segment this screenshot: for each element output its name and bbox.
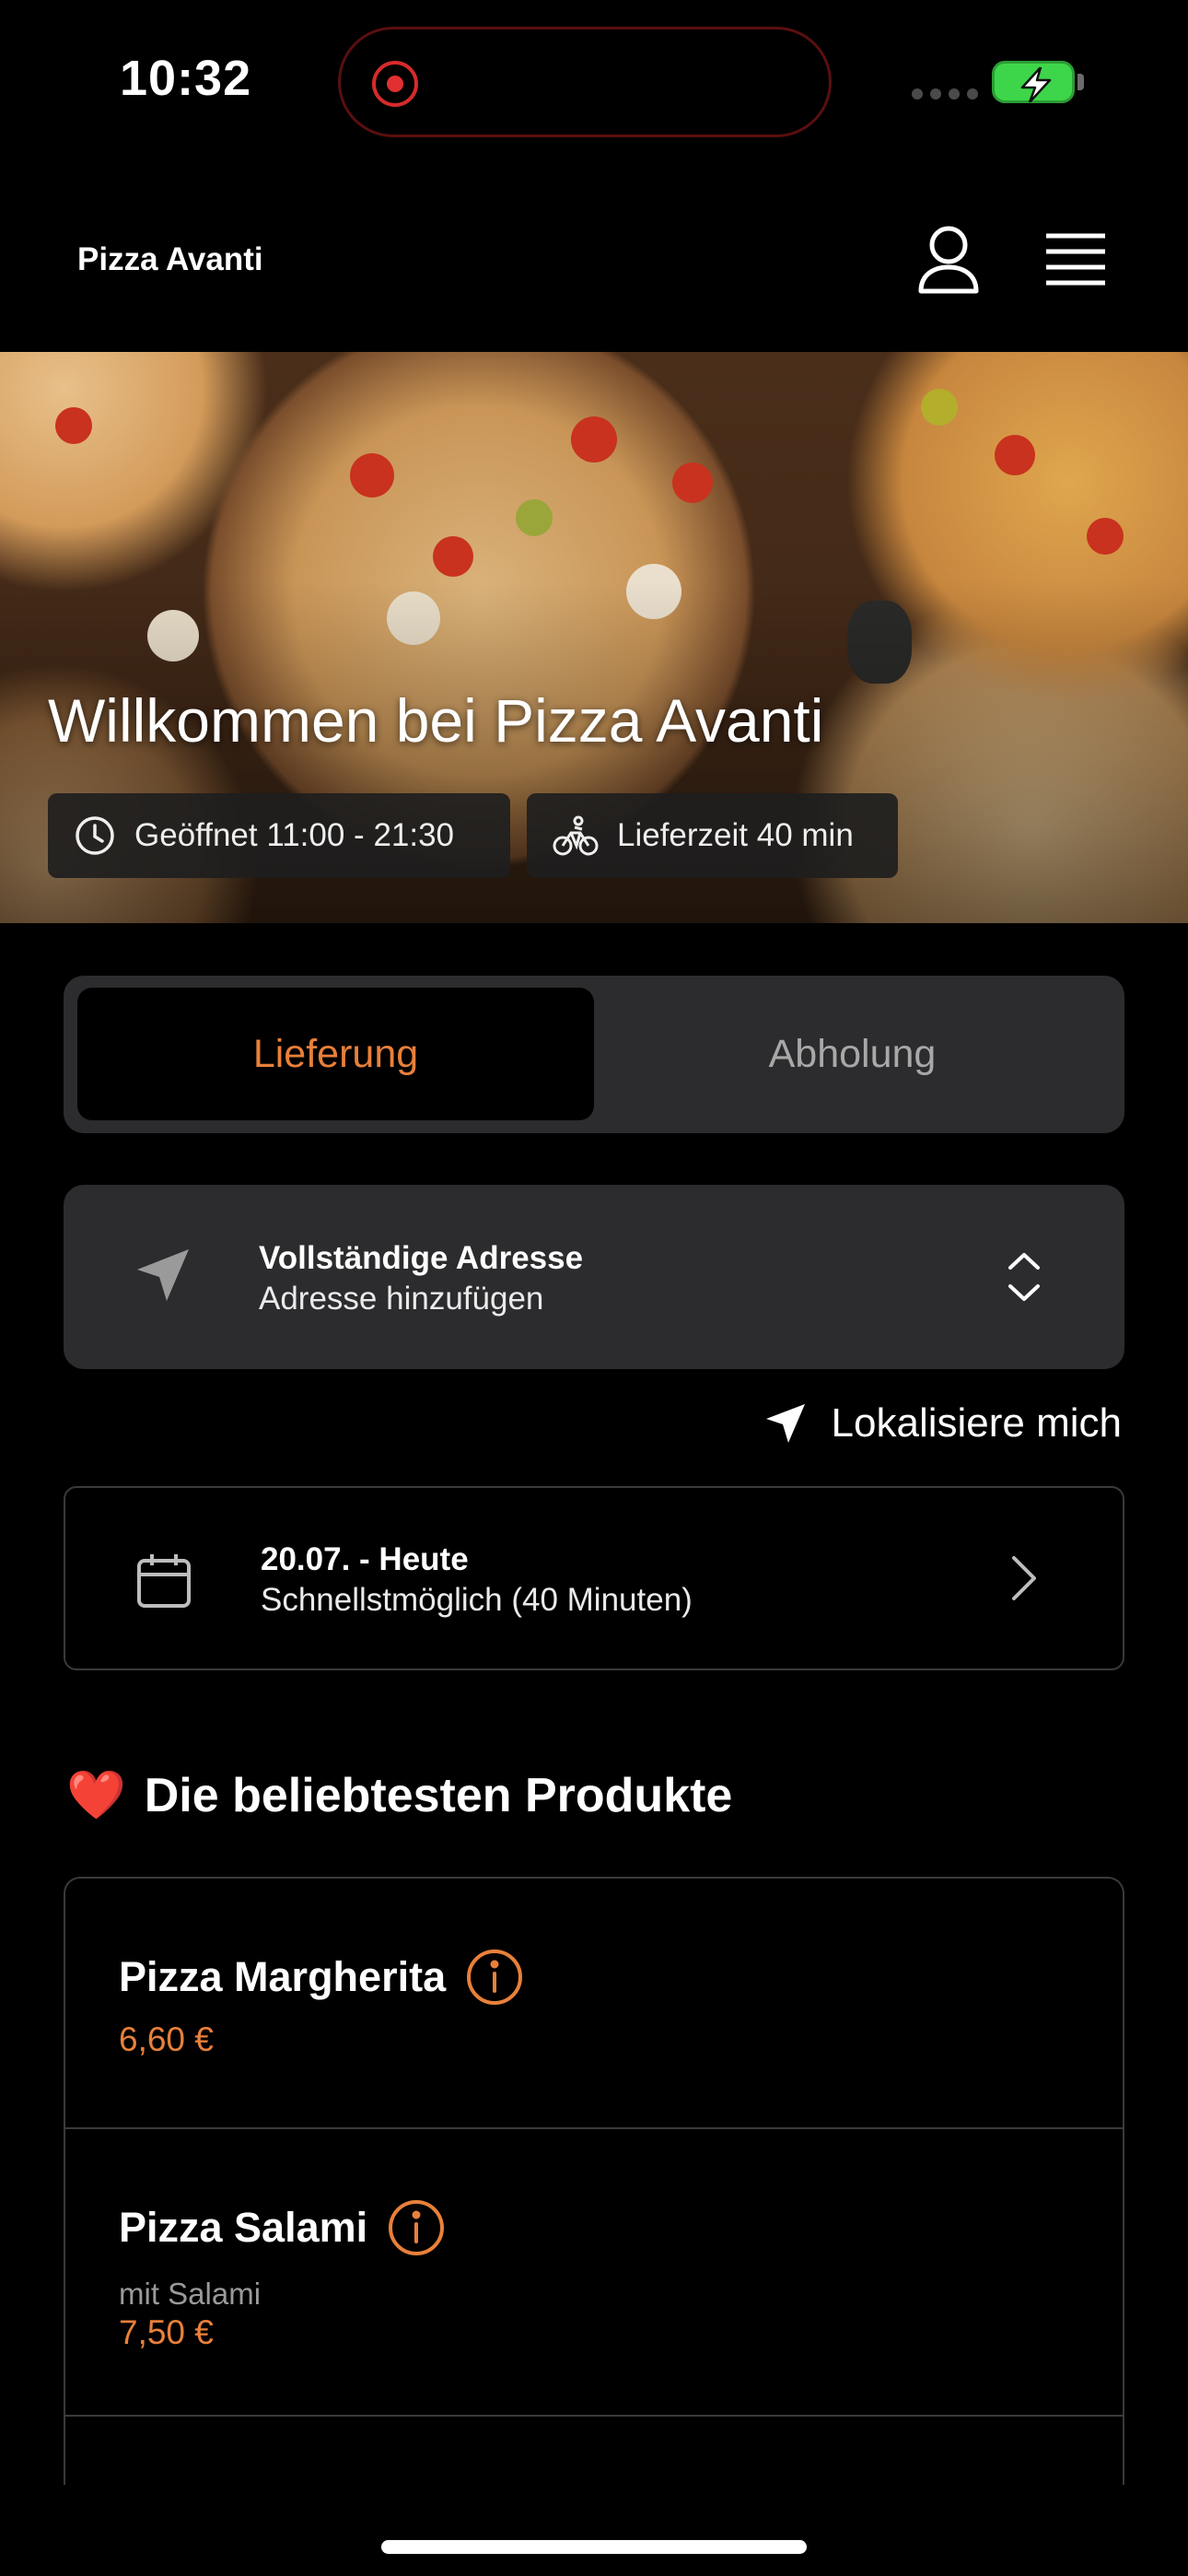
product-item[interactable]: Pizza Margherita 6,60 €: [65, 1879, 1123, 2129]
brand-name[interactable]: Pizza Avanti: [77, 241, 263, 278]
product-item[interactable]: [65, 2417, 1123, 2485]
location-arrow-icon: [134, 1246, 192, 1309]
delivery-time-text: Lieferzeit 40 min: [617, 817, 854, 853]
hero-banner: Willkommen bei Pizza Avanti Geöffnet 11:…: [0, 352, 1188, 923]
opening-hours-chip: Geöffnet 11:00 - 21:30: [48, 793, 510, 878]
date-subtitle: Schnellstmöglich (40 Minuten): [261, 1582, 693, 1618]
recording-icon: [372, 61, 418, 107]
home-indicator[interactable]: [381, 2540, 807, 2554]
info-icon[interactable]: [466, 1949, 523, 2006]
battery-tip: [1077, 74, 1084, 90]
product-name-row: Pizza Salami: [119, 2199, 445, 2256]
tab-pickup[interactable]: Abholung: [594, 988, 1111, 1120]
calendar-icon: [135, 1552, 192, 1614]
product-name: Pizza Salami: [119, 2204, 368, 2251]
battery-icon: [992, 61, 1075, 103]
product-name: Pizza Margherita: [119, 1953, 447, 2000]
popular-products-heading: ❤️ Die beliebtesten Produkte: [66, 1767, 732, 1823]
location-arrow-icon: [765, 1404, 805, 1443]
delivery-date-selector[interactable]: 20.07. - Heute Schnellstmöglich (40 Minu…: [64, 1486, 1124, 1670]
info-icon[interactable]: [388, 2199, 445, 2256]
chevron-right-icon: [1008, 1552, 1040, 1609]
tab-delivery[interactable]: Lieferung: [77, 988, 594, 1120]
delivery-time-chip: Lieferzeit 40 min: [527, 793, 898, 878]
bike-icon: [553, 815, 599, 856]
date-title: 20.07. - Heute: [261, 1541, 469, 1577]
product-price: 7,50 €: [119, 2313, 214, 2351]
product-item[interactable]: Pizza Salami mit Salami 7,50 €: [65, 2129, 1123, 2417]
order-type-segment: Lieferung Abholung: [64, 976, 1124, 1133]
address-subtitle: Adresse hinzufügen: [259, 1281, 544, 1317]
address-selector[interactable]: Vollständige Adresse Adresse hinzufügen: [64, 1185, 1124, 1369]
dynamic-island: [338, 27, 832, 137]
address-title: Vollständige Adresse: [259, 1240, 584, 1276]
product-list: Pizza Margherita 6,60 € Pizza Salami mit…: [64, 1877, 1124, 2485]
status-time: 10:32: [120, 51, 252, 106]
chevron-up-down-icon: [1003, 1247, 1045, 1311]
product-description: mit Salami: [119, 2277, 262, 2311]
popular-products-title: Die beliebtesten Produkte: [144, 1768, 733, 1822]
app-header: Pizza Avanti: [0, 184, 1188, 350]
signal-icon: [912, 88, 978, 100]
clock-icon: [76, 816, 114, 855]
locate-me-label: Lokalisiere mich: [831, 1400, 1122, 1446]
status-bar: 10:32: [0, 0, 1188, 166]
opening-hours-text: Geöffnet 11:00 - 21:30: [134, 817, 455, 853]
hamburger-menu-icon[interactable]: [1039, 228, 1112, 293]
product-price: 6,60 €: [119, 2020, 214, 2058]
product-name-row: Pizza Margherita: [119, 1949, 523, 2006]
heart-icon: ❤️: [66, 1769, 126, 1822]
hero-title: Willkommen bei Pizza Avanti: [48, 686, 824, 755]
user-icon[interactable]: [912, 223, 985, 297]
locate-me-button[interactable]: Lokalisiere mich: [763, 1400, 1122, 1446]
